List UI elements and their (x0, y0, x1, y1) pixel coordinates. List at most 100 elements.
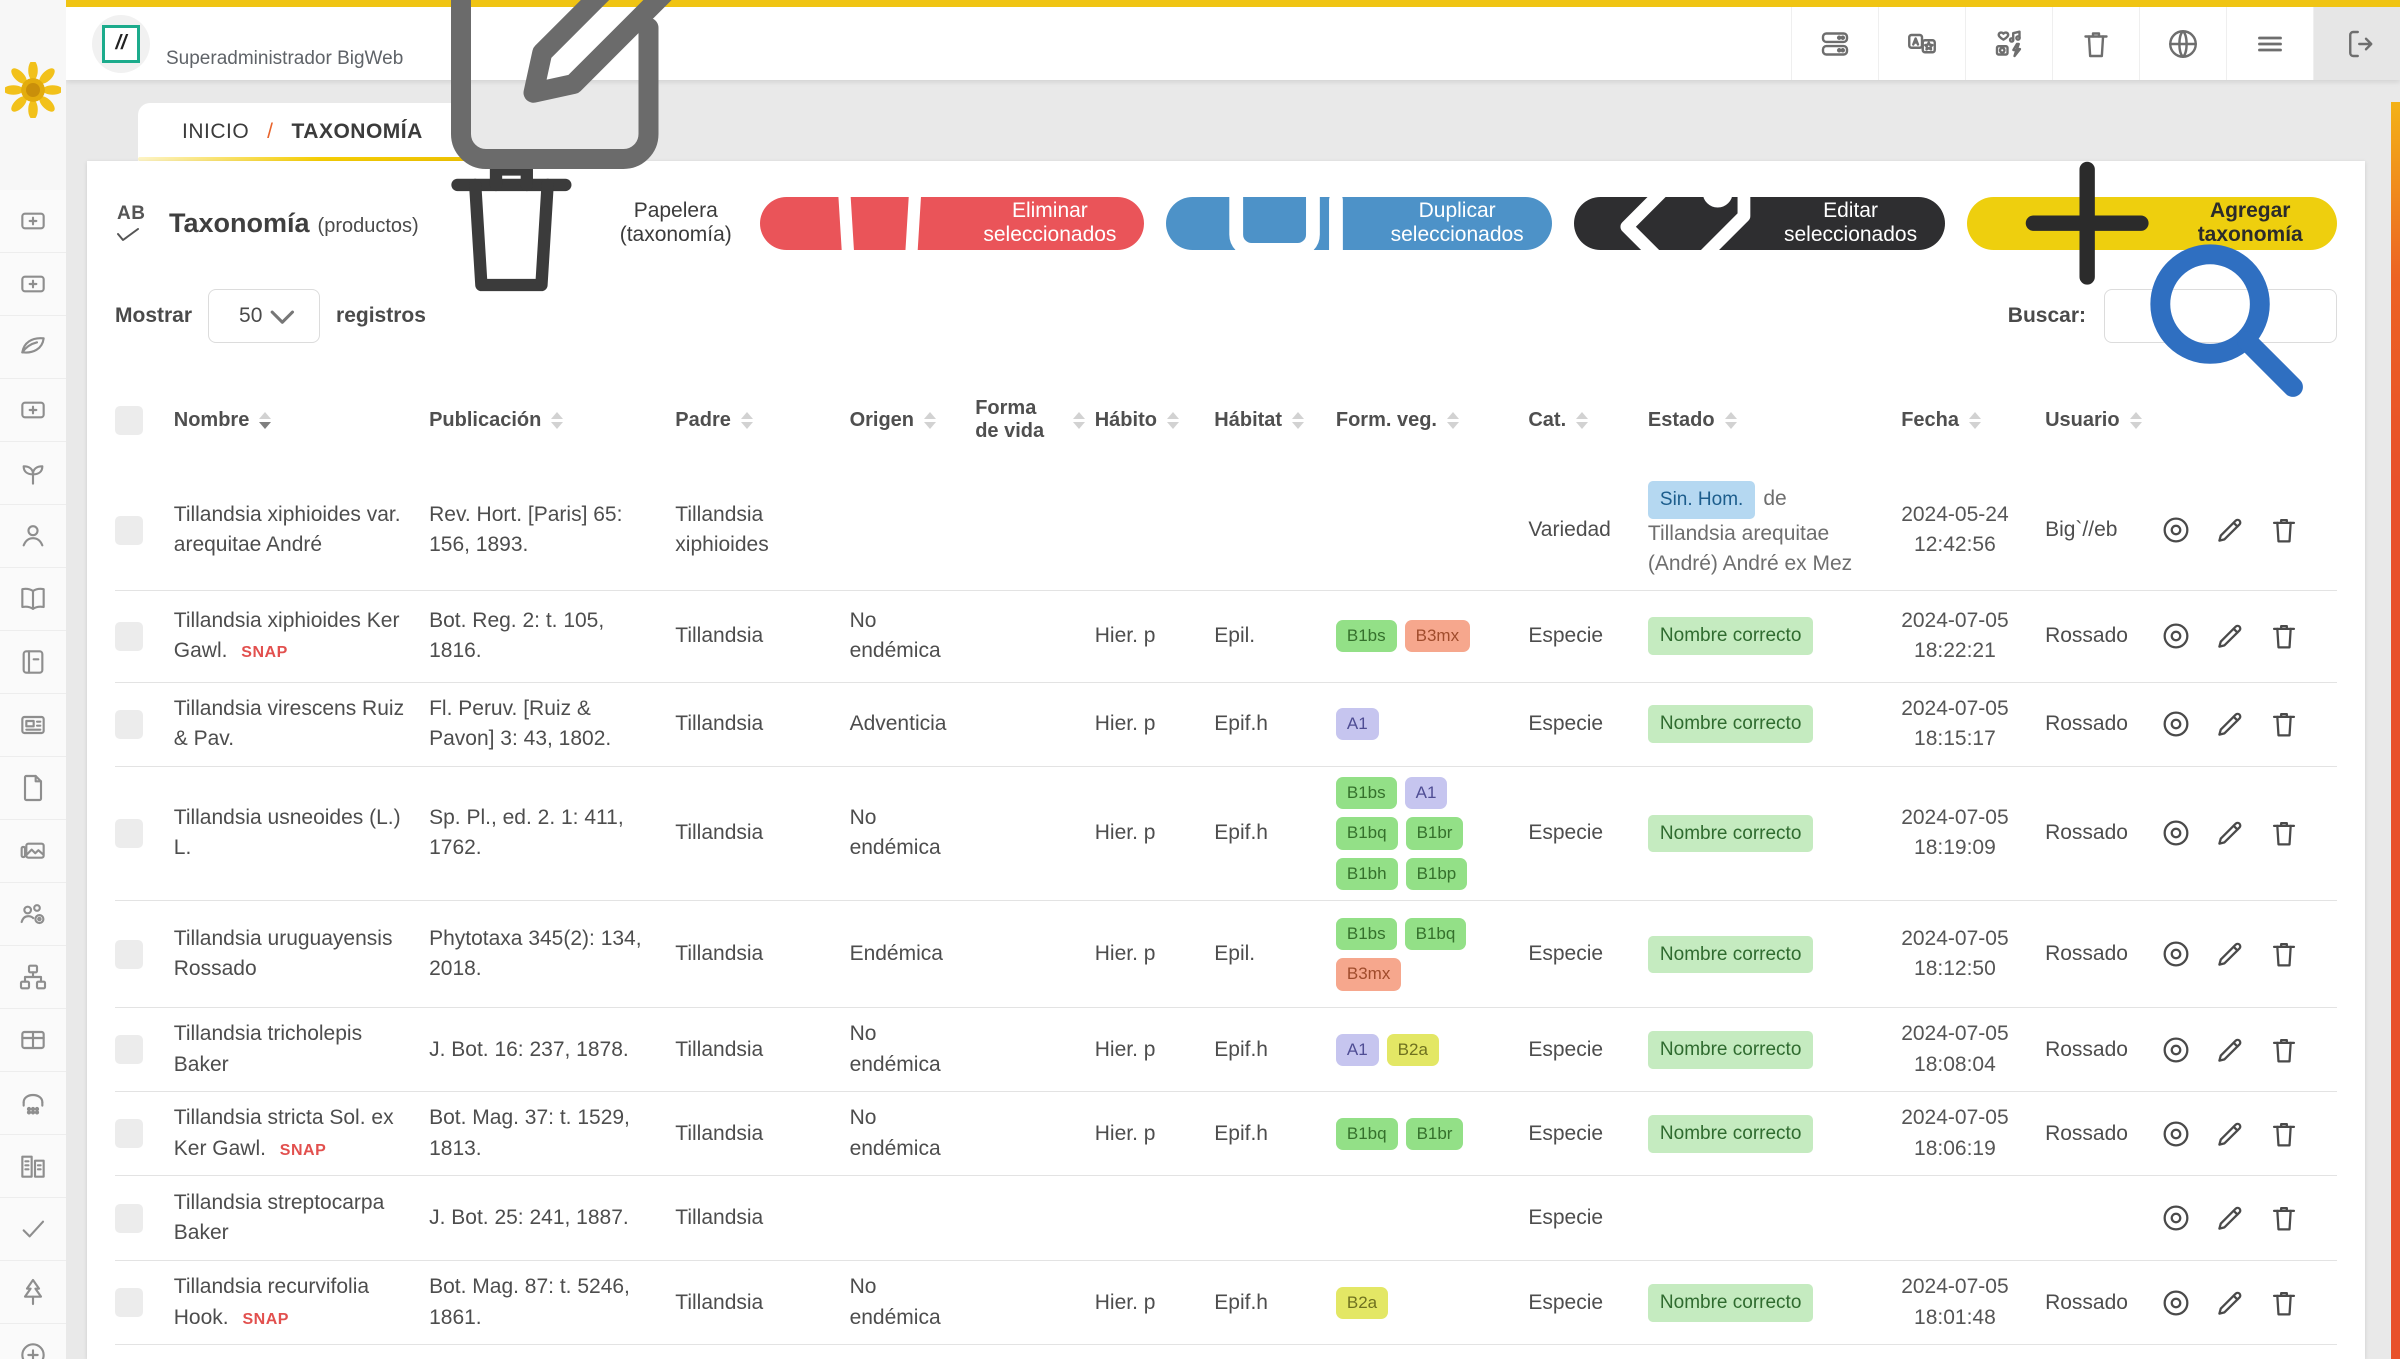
row-checkbox[interactable] (115, 516, 143, 545)
pencil-icon (2213, 1117, 2247, 1151)
sidebar-item-gallery[interactable] (0, 820, 66, 883)
edit-row-button[interactable] (2213, 1117, 2247, 1151)
sort-forma-de-vida[interactable]: Forma de vida (975, 397, 1085, 443)
view-row-button[interactable] (2159, 1117, 2193, 1151)
table-row: Tillandsia stricta Sol. ex Ker Gawl. SNA… (115, 1092, 2337, 1176)
sidebar-item-book-open[interactable] (0, 568, 66, 631)
veg-form-badge: B2a (1336, 1287, 1388, 1320)
delete-selected-button[interactable]: Eliminar seleccionados (760, 197, 1145, 250)
translate-button[interactable] (1878, 7, 1965, 80)
cell-actions (2159, 901, 2337, 1008)
chevron-down-icon (262, 296, 303, 337)
sort-fecha[interactable]: Fecha (1901, 409, 1981, 432)
edit-row-button[interactable] (2213, 1201, 2247, 1235)
view-row-button[interactable] (2159, 816, 2193, 850)
sidebar-item-ledger[interactable] (0, 631, 66, 694)
cell-publicacion: J. Bot. 16: 237, 1878. (429, 1008, 675, 1092)
row-checkbox[interactable] (115, 710, 143, 739)
row-select-cell (115, 1008, 174, 1092)
sort-cat-[interactable]: Cat. (1528, 409, 1588, 432)
menu-button[interactable] (2226, 7, 2313, 80)
view-row-button[interactable] (2159, 1033, 2193, 1067)
sort-h-bito[interactable]: Hábito (1095, 409, 1179, 432)
row-checkbox[interactable] (115, 1035, 143, 1064)
edit-row-button[interactable] (2213, 816, 2247, 850)
duplicate-selected-button[interactable]: Duplicar seleccionados (1166, 197, 1551, 250)
view-row-button[interactable] (2159, 937, 2193, 971)
cell-usuario: Rossado (2045, 1261, 2158, 1345)
cell-habitat: Epif.h (1214, 766, 1336, 901)
sidebar-item-file[interactable] (0, 757, 66, 820)
edit-row-button[interactable] (2213, 1033, 2247, 1067)
edit-row-button[interactable] (2213, 619, 2247, 653)
search-button[interactable] (2123, 217, 2322, 416)
sidebar-item-users-gear[interactable] (0, 883, 66, 946)
sidebar-item-table-layout[interactable] (0, 1009, 66, 1072)
sort-h-bitat[interactable]: Hábitat (1214, 409, 1304, 432)
edit-row-button[interactable] (2213, 937, 2247, 971)
table-row: Tillandsia xiphioides var. arequitae And… (115, 471, 2337, 590)
delete-row-button[interactable] (2267, 1201, 2301, 1235)
edit-profile-icon[interactable] (411, 0, 711, 209)
sidebar-item-card-plus-3[interactable] (0, 379, 66, 442)
edit-row-button[interactable] (2213, 707, 2247, 741)
row-checkbox[interactable] (115, 1204, 143, 1233)
sidebar-item-card-plus-2[interactable] (0, 253, 66, 316)
view-row-button[interactable] (2159, 619, 2193, 653)
sort-padre[interactable]: Padre (675, 409, 753, 432)
view-row-button[interactable] (2159, 513, 2193, 547)
edit-selected-button[interactable]: Editar seleccionados (1574, 197, 1945, 250)
sort-usuario[interactable]: Usuario (2045, 409, 2141, 432)
delete-row-button[interactable] (2267, 937, 2301, 971)
sidebar-item-circle-plus[interactable] (0, 1324, 66, 1359)
delete-row-button[interactable] (2267, 707, 2301, 741)
delete-row-button[interactable] (2267, 1286, 2301, 1320)
cell-fecha (1901, 1176, 2045, 1261)
delete-row-button[interactable] (2267, 816, 2301, 850)
view-row-button[interactable] (2159, 707, 2193, 741)
globe-button[interactable] (2139, 7, 2226, 80)
sidebar-item-card-plus[interactable] (0, 190, 66, 253)
media-button[interactable] (1965, 7, 2052, 80)
row-checkbox[interactable] (115, 940, 143, 969)
sidebar-item-person[interactable] (0, 505, 66, 568)
modules-button[interactable] (1791, 7, 1878, 80)
cell-habitat (1214, 471, 1336, 590)
logout-button[interactable] (2313, 7, 2400, 80)
sort-publicaci-n[interactable]: Publicación (429, 409, 563, 432)
scrollbar-strip[interactable] (2391, 102, 2400, 1359)
sidebar-item-sprout[interactable] (0, 442, 66, 505)
edit-row-button[interactable] (2213, 513, 2247, 547)
edit-row-button[interactable] (2213, 1286, 2247, 1320)
sidebar-item-phone[interactable] (0, 1072, 66, 1135)
spellcheck-icon: AB (115, 203, 155, 243)
sidebar-item-check[interactable] (0, 1198, 66, 1261)
view-row-button[interactable] (2159, 1286, 2193, 1320)
sort-form-veg-[interactable]: Form. veg. (1336, 409, 1459, 432)
row-checkbox[interactable] (115, 819, 143, 848)
sidebar-item-newspaper[interactable] (0, 694, 66, 757)
cell-form-veg (1336, 1345, 1529, 1359)
view-row-button[interactable] (2159, 1201, 2193, 1235)
trash-button[interactable] (2052, 7, 2139, 80)
delete-row-button[interactable] (2267, 1117, 2301, 1151)
sidebar-item-pine-tree[interactable] (0, 1261, 66, 1324)
sidebar-item-buildings[interactable] (0, 1135, 66, 1198)
sidebar-item-leaf[interactable] (0, 316, 66, 379)
cell-padre: Tillandsia (675, 1092, 849, 1176)
page-size-select[interactable]: 50 (208, 289, 320, 343)
sort-origen[interactable]: Origen (850, 409, 936, 432)
row-checkbox[interactable] (115, 1288, 143, 1317)
sort-estado[interactable]: Estado (1648, 409, 1737, 432)
row-checkbox[interactable] (115, 622, 143, 651)
sort-nombre[interactable]: Nombre (174, 409, 272, 432)
trash-icon (2267, 816, 2301, 850)
delete-row-button[interactable] (2267, 513, 2301, 547)
select-all-checkbox[interactable] (115, 406, 143, 435)
cell-forma-de-vida (975, 1261, 1095, 1345)
trash-icon (2267, 1201, 2301, 1235)
delete-row-button[interactable] (2267, 619, 2301, 653)
delete-row-button[interactable] (2267, 1033, 2301, 1067)
row-checkbox[interactable] (115, 1119, 143, 1148)
sidebar-item-hierarchy[interactable] (0, 946, 66, 1009)
